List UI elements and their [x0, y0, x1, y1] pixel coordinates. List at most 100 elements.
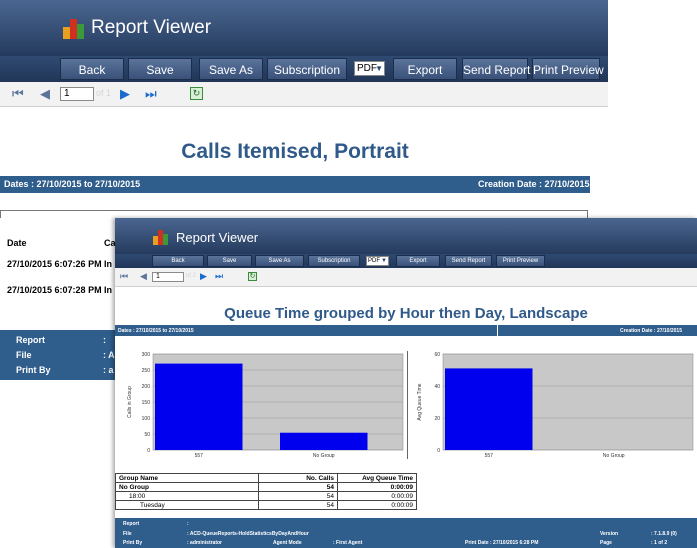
report-viewer-logo-icon — [63, 17, 85, 39]
y-tick-label: 40 — [434, 384, 440, 390]
page-number-input[interactable]: 1 — [60, 87, 94, 101]
prev-page-icon[interactable]: ◀ — [40, 86, 50, 102]
format-select-value: PDF — [357, 63, 377, 74]
subscription-button[interactable]: Subscription — [308, 255, 360, 267]
send-report-button[interactable]: Send Report — [445, 255, 492, 267]
y-tick-label: 200 — [142, 384, 151, 390]
back-nav-bar: ⏮ ◀ 1 of 1 ▶ ⏭ ↻ — [0, 82, 608, 107]
back-toolbar: Back Save Save As Subscription PDF ▼ Expo… — [0, 56, 608, 82]
first-page-icon[interactable]: ⏮ — [120, 270, 128, 282]
table-cell-c: In — [104, 285, 112, 295]
x-tick-label: 557 — [485, 453, 494, 458]
date-range: Dates : 27/10/2015 to 27/10/2015 — [4, 179, 141, 189]
refresh-icon[interactable]: ↻ — [248, 272, 257, 281]
y-tick-label: 20 — [434, 416, 440, 422]
next-page-icon[interactable]: ▶ — [120, 86, 130, 102]
app-title: Report Viewer — [91, 17, 212, 38]
footer-file-label: File — [16, 350, 32, 360]
avg-queue-time-chart-svg: 0 20 40 60 557 No Group Avg Queue Time — [417, 352, 694, 458]
y-tick-label: 0 — [437, 448, 440, 454]
y-tick-label: 50 — [144, 432, 150, 438]
y-axis-label: Calls in Group — [127, 386, 133, 418]
table-cell: 54 — [258, 482, 338, 492]
column-header-c: Ca — [104, 238, 116, 248]
export-button[interactable]: Export — [396, 255, 440, 267]
front-nav-bar: ⏮ ◀ 1 of 2 ▶ ⏭ ↻ — [115, 268, 697, 287]
chevron-down-icon: ▼ — [381, 258, 387, 264]
print-preview-button[interactable]: Print Preview — [496, 255, 545, 267]
chart-divider — [407, 351, 408, 459]
footer-print-by-value: : a — [103, 365, 114, 375]
last-page-icon[interactable]: ⏭ — [145, 86, 157, 102]
footer-file-value: : A — [103, 350, 115, 360]
date-bar: Dates : 27/10/2015 to 27/10/2015 Creatio… — [0, 176, 590, 193]
print-preview-button[interactable]: Print Preview — [532, 58, 604, 80]
divider — [497, 325, 498, 336]
column-header: No. Calls — [258, 473, 338, 483]
report-title: Calls Itemised, Portrait — [181, 140, 409, 163]
table-row: No Group 54 0:00:09 — [115, 482, 417, 492]
calls-in-group-chart-svg: 0 50 100 150 200 250 300 557 No Group Calls in Gr… — [127, 352, 404, 458]
table-header-row: Group Name No. Calls Avg Queue Time — [115, 473, 417, 483]
footer-version-value: : 7.1.8.9 (0) — [651, 531, 677, 537]
column-header: Avg Queue Time — [337, 473, 417, 483]
table-cell: No Group — [115, 482, 259, 492]
subscription-button[interactable]: Subscription — [267, 58, 347, 80]
format-select[interactable]: PDF ▼ — [366, 256, 389, 266]
date-range: Dates : 27/10/2015 to 27/10/2015 — [118, 328, 194, 334]
x-tick-label: 557 — [195, 453, 204, 458]
app-title: Report Viewer — [176, 230, 259, 245]
save-as-button[interactable]: Save As — [255, 255, 304, 267]
send-report-button[interactable]: Send Report — [462, 58, 530, 80]
first-page-icon[interactable]: ⏮ — [12, 86, 24, 102]
report-title: Queue Time grouped by Hour then Day, Lan… — [224, 305, 588, 322]
creation-date: Creation Date : 27/10/2015 — [478, 179, 590, 189]
avg-queue-time-chart: 0 20 40 60 557 No Group Avg Queue Time — [415, 340, 695, 458]
y-tick-label: 0 — [147, 448, 150, 454]
back-button[interactable]: Back — [152, 255, 204, 267]
refresh-icon[interactable]: ↻ — [190, 87, 203, 100]
footer-file-value: : ACD-QueueReports-HoldStatisticsByDayAn… — [187, 531, 309, 537]
report-footer: Report : File : ACD-QueueReports-HoldSta… — [115, 518, 697, 548]
footer-version-label: Version — [600, 531, 619, 537]
x-tick-label: No Group — [603, 453, 625, 458]
footer-report-label: Report — [16, 335, 45, 345]
footer-page-label: Page — [600, 540, 612, 546]
back-title-bar: Report Viewer — [0, 0, 608, 56]
prev-page-icon[interactable]: ◀ — [140, 270, 147, 282]
chevron-down-icon: ▼ — [375, 64, 383, 73]
next-page-icon[interactable]: ▶ — [200, 270, 207, 282]
report-viewer-logo-icon — [153, 229, 169, 245]
back-button[interactable]: Back — [60, 58, 124, 80]
creation-date: Creation Date : 27/10/2015 — [620, 328, 682, 334]
date-bar: Dates : 27/10/2015 to 27/10/2015 Creatio… — [115, 325, 697, 336]
y-axis-label: Avg Queue Time — [417, 383, 423, 420]
table-cell-date: 27/10/2015 6:07:26 PM — [7, 259, 102, 269]
format-select[interactable]: PDF ▼ — [354, 61, 385, 76]
last-page-icon[interactable]: ⏭ — [215, 270, 223, 282]
front-toolbar: Back Save Save As Subscription PDF ▼ Expo… — [115, 254, 697, 268]
footer-report-value: : — [103, 335, 106, 345]
footer-page-value: : 1 of 2 — [651, 540, 668, 546]
table-row: Tuesday 54 0:00:09 — [115, 500, 417, 510]
y-tick-label: 150 — [142, 400, 151, 406]
save-as-button[interactable]: Save As — [199, 58, 263, 80]
page-total: of 2 — [186, 273, 197, 279]
bar — [280, 432, 368, 450]
table-cell: 0:00:09 — [337, 500, 417, 510]
table-frame — [0, 210, 588, 218]
footer-print-by-value: : administrator — [187, 540, 223, 546]
export-button[interactable]: Export — [393, 58, 457, 80]
y-tick-label: 100 — [142, 416, 151, 422]
footer-file-label: File — [123, 531, 132, 537]
table-cell-c: In — [104, 259, 112, 269]
front-report-window: Report Viewer Back Save Save As Subscrip… — [115, 218, 697, 548]
save-button[interactable]: Save — [128, 58, 192, 80]
table-row: 18:00 54 0:00:09 — [115, 491, 417, 501]
footer-report-value: : — [187, 521, 189, 527]
table-cell: 0:00:09 — [337, 491, 417, 501]
page-number-input[interactable]: 1 — [152, 272, 184, 282]
table-cell-date: 27/10/2015 6:07:28 PM — [7, 285, 102, 295]
footer-print-by-label: Print By — [123, 540, 143, 546]
save-button[interactable]: Save — [207, 255, 252, 267]
